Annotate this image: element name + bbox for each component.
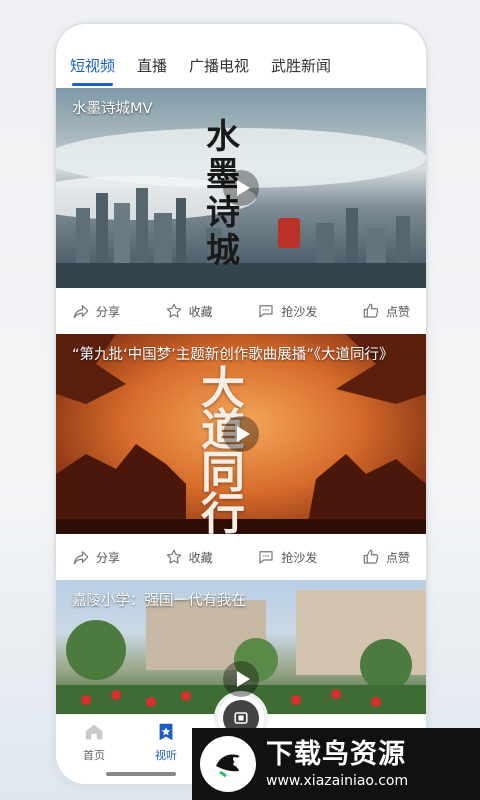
comment-icon: [259, 305, 273, 318]
home-icon: [85, 724, 103, 740]
video-thumbnail[interactable]: 水墨诗城MV 水墨诗城: [56, 88, 426, 288]
home-indicator: [106, 772, 176, 776]
video-thumbnail[interactable]: “第九批‘中国梦’主题新创作歌曲展播”《大道同行》 大道同行: [56, 334, 426, 534]
action-bar: 分享 收藏 抢沙发 点赞: [56, 288, 426, 334]
top-tab-bar: 短视频 直播 广播电视 武胜新闻: [56, 24, 426, 88]
star-icon: [166, 549, 181, 564]
watermark-banner: 下载鸟资源 www.xiazainiao.com: [192, 728, 480, 800]
share-icon: [73, 305, 89, 319]
action-bar: 分享 收藏 抢沙发 点赞: [56, 534, 426, 580]
play-icon[interactable]: [223, 170, 259, 206]
star-badge-icon: [159, 723, 173, 741]
favorite-label: 收藏: [188, 550, 213, 565]
comment-label: 抢沙发: [281, 304, 318, 319]
phone-frame: 短视频 直播 广播电视 武胜新闻 水墨诗城MV 水墨诗城 分享 收藏 抢沙发 点…: [56, 24, 426, 784]
comment-icon: [259, 551, 273, 564]
share-icon: [73, 551, 89, 565]
calligraphy-overlay: 大道同行: [201, 363, 245, 535]
comment-button[interactable]: 抢沙发: [257, 548, 317, 566]
favorite-button[interactable]: 收藏: [165, 302, 213, 320]
play-icon[interactable]: [223, 661, 259, 697]
nav-audiovisual-label: 视听: [155, 749, 177, 762]
share-label: 分享: [96, 550, 121, 565]
video-title: “第九批‘中国梦’主题新创作歌曲展播”《大道同行》: [72, 347, 394, 363]
star-icon: [166, 303, 181, 318]
like-label: 点赞: [385, 550, 410, 565]
red-seal-icon: [278, 218, 300, 248]
nav-home-label: 首页: [83, 749, 105, 762]
share-button[interactable]: 分享: [72, 548, 120, 566]
video-title: 嘉陵小学：强国一代有我在: [72, 593, 246, 609]
play-icon[interactable]: [223, 416, 259, 452]
video-title: 水墨诗城MV: [72, 101, 153, 117]
video-card: “第九批‘中国梦’主题新创作歌曲展播”《大道同行》 大道同行 分享 收藏 抢沙发: [56, 334, 426, 580]
favorite-button[interactable]: 收藏: [165, 548, 213, 566]
like-button[interactable]: 点赞: [362, 302, 410, 320]
watermark-url: www.xiazainiao.com: [266, 773, 409, 789]
video-feed: 水墨诗城MV 水墨诗城 分享 收藏 抢沙发 点赞 “第九批‘中国梦’主题新创作歌…: [56, 88, 426, 730]
thumbs-up-icon: [363, 549, 379, 564]
comment-button[interactable]: 抢沙发: [257, 302, 317, 320]
tab-broadcast-tv[interactable]: 广播电视: [189, 55, 249, 78]
nav-home[interactable]: 首页: [58, 721, 130, 763]
tab-wusheng-news[interactable]: 武胜新闻: [271, 55, 331, 78]
like-label: 点赞: [385, 304, 410, 319]
bird-logo-icon: [200, 736, 256, 792]
comment-label: 抢沙发: [281, 550, 318, 565]
thumbs-up-icon: [363, 303, 379, 318]
share-label: 分享: [96, 304, 121, 319]
tab-short-video[interactable]: 短视频: [70, 55, 115, 86]
tab-live[interactable]: 直播: [137, 55, 167, 78]
watermark-title: 下载鸟资源: [266, 739, 406, 770]
video-card: 水墨诗城MV 水墨诗城 分享 收藏 抢沙发 点赞: [56, 88, 426, 334]
like-button[interactable]: 点赞: [362, 548, 410, 566]
share-button[interactable]: 分享: [72, 302, 120, 320]
favorite-label: 收藏: [188, 304, 213, 319]
